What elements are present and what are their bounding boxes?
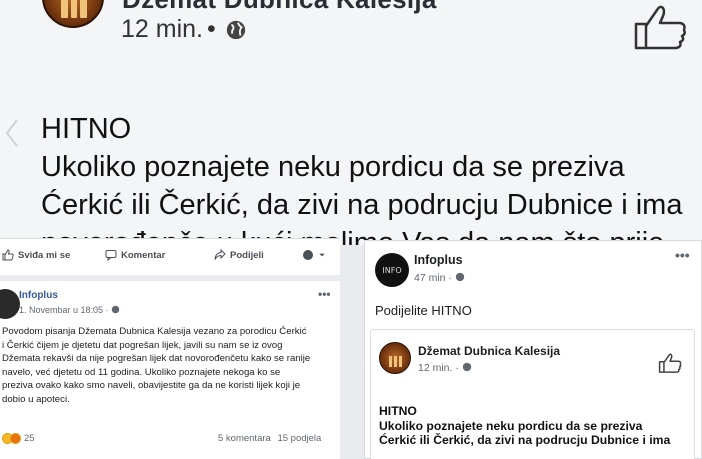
post-time-text: 47 min · xyxy=(414,272,452,284)
post-date-text: 1. Novembar u 18:05 · xyxy=(19,305,109,315)
more-options-button[interactable]: ••• xyxy=(318,287,331,301)
post-time[interactable]: 12 min. · xyxy=(418,362,472,374)
author-name[interactable]: Infoplus xyxy=(19,290,58,301)
comment-count[interactable]: 5 komentara xyxy=(218,433,271,444)
post-line: Džemata rekavši da nije pogrešan lijek d… xyxy=(2,353,311,364)
like-label: Sviđa mi se xyxy=(18,249,71,261)
share-icon xyxy=(214,249,226,260)
page-name[interactable]: Džemat Dubnica Kalesija xyxy=(122,0,437,15)
engagement-counts: 5 komentara 15 podjela xyxy=(218,433,321,444)
mosque-logo-icon xyxy=(61,0,88,18)
post-text: Podijelite HITNO xyxy=(375,303,472,318)
avatar-logo-text: INFO xyxy=(382,265,402,275)
page-avatar[interactable] xyxy=(379,342,411,374)
author-name[interactable]: Infoplus xyxy=(414,253,463,267)
action-bar: Sviđa mi se Komentar Podijeli xyxy=(0,245,340,267)
mosque-logo-icon xyxy=(389,356,402,367)
left-screenshot: Sviđa mi se Komentar Podijeli Infoplus 1… xyxy=(0,238,340,459)
globe-icon xyxy=(111,305,120,314)
shared-post-text: HITNO Ukoliko poznajete neku pordicu da … xyxy=(379,404,699,448)
caret-down-icon xyxy=(319,253,325,257)
post-line: Ukoliko poznajete neku pordicu da se pre… xyxy=(41,151,625,183)
post-time-text: 12 min. · xyxy=(418,362,459,374)
thumbs-up-icon xyxy=(2,249,14,261)
post-line: dobio u apoteci. xyxy=(2,393,70,405)
share-label: Podijeli xyxy=(230,249,264,261)
comment-button[interactable]: Komentar xyxy=(105,249,165,261)
post-time-text: 12 min. xyxy=(121,15,203,43)
post-line: Ćerkić ili Čerkić, da zivi na podrucju D… xyxy=(41,189,683,221)
post-line: HITNO xyxy=(41,113,132,145)
globe-icon xyxy=(303,250,313,260)
globe-icon xyxy=(455,272,465,282)
post-line: HITNO xyxy=(379,404,417,418)
comment-icon xyxy=(105,250,117,261)
post-time[interactable]: 47 min · xyxy=(414,272,465,284)
post-line: Povodom pisanja Džemata Dubnica Kalesija… xyxy=(2,326,307,337)
post-body: Povodom pisanja Džemata Dubnica Kalesija… xyxy=(2,325,336,406)
post-line: Ukoliko poznajete neku pordicu da se pre… xyxy=(379,418,643,433)
right-screenshot: INFO Infoplus 47 min · ••• Podijelite HI… xyxy=(364,240,702,459)
comment-label: Komentar xyxy=(121,249,166,261)
post-line: preziva ovako kako smo naveli, obavijest… xyxy=(2,380,301,391)
shared-post[interactable]: Džemat Dubnica Kalesija 12 min. · HITNO … xyxy=(370,329,695,459)
post-card: Infoplus 1. Novembar u 18:05 · ••• Povod… xyxy=(0,275,340,459)
chevron-left-icon[interactable] xyxy=(4,118,20,148)
author-avatar[interactable]: INFO xyxy=(375,253,409,287)
like-icon[interactable] xyxy=(657,352,683,374)
post-text: HITNO Ukoliko poznajete neku pordicu da … xyxy=(41,110,696,245)
big-post: Džemat Dubnica Kalesija 12 min.• HITNO U… xyxy=(0,0,702,245)
post-line: navelo, već djetetu od 11 godina. Ukolik… xyxy=(2,366,281,378)
globe-icon xyxy=(462,362,471,372)
reaction-count: 25 xyxy=(24,433,35,444)
share-button[interactable]: Podijeli xyxy=(214,249,264,261)
post-line: i Čerkić čijem je djetetu dat pogrešan l… xyxy=(2,339,283,351)
post-time[interactable]: 12 min. • xyxy=(121,15,220,44)
post-date[interactable]: 1. Novembar u 18:05 · xyxy=(19,305,120,315)
share-count[interactable]: 15 podjela xyxy=(277,433,321,444)
reactions-summary[interactable]: 25 xyxy=(2,433,35,444)
page-name[interactable]: Džemat Dubnica Kalesija xyxy=(418,344,560,358)
more-options-button[interactable]: ••• xyxy=(675,247,690,263)
like-icon[interactable] xyxy=(630,2,690,52)
author-avatar[interactable] xyxy=(0,289,20,319)
globe-icon xyxy=(226,20,246,40)
separator: • xyxy=(206,15,216,43)
audience-selector[interactable] xyxy=(302,249,326,261)
post-line: Ćerkić ili Čerkić, da zivi na podrucju D… xyxy=(379,433,671,447)
angry-reaction-icon xyxy=(10,433,21,444)
like-button[interactable]: Sviđa mi se xyxy=(2,249,70,261)
page-avatar[interactable] xyxy=(42,0,104,28)
